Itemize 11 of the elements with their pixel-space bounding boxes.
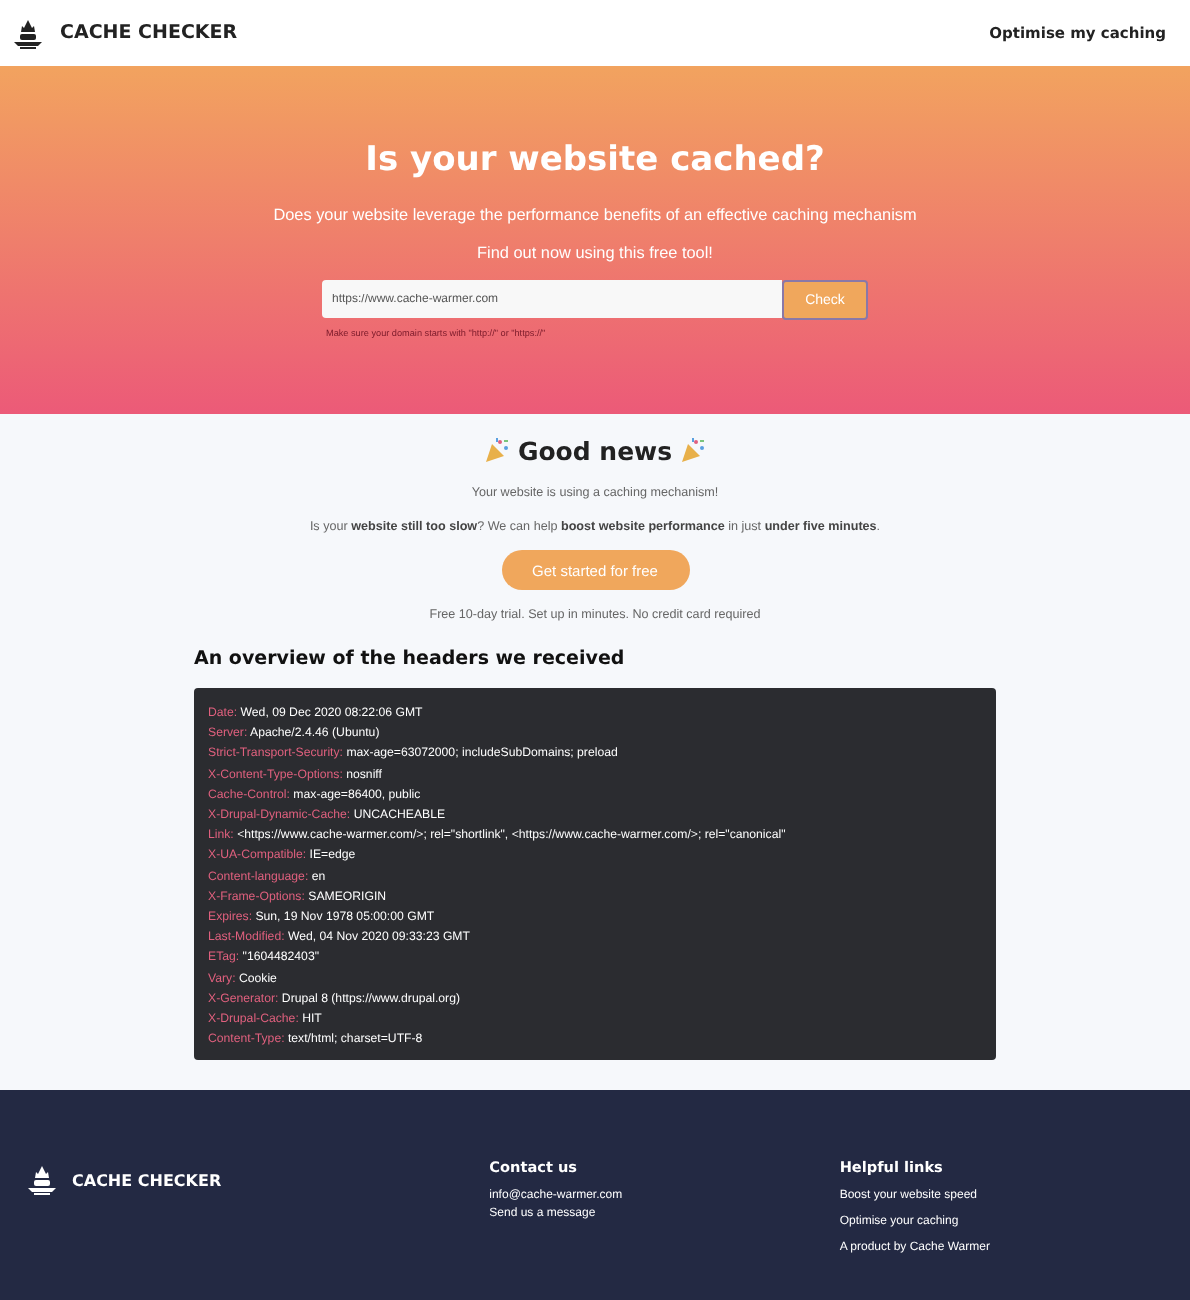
- hero-title: Is your website cached?: [365, 140, 825, 180]
- section-heading: An overview of the headers we received: [194, 648, 625, 670]
- party-popper-icon: [483, 438, 510, 464]
- footer-brand: CACHE CHECKER: [72, 1171, 222, 1189]
- logo-icon: [28, 1164, 56, 1196]
- party-popper-icon: [680, 438, 707, 464]
- brand-name: CACHE CHECKER: [60, 22, 238, 44]
- result-title: Good news: [517, 436, 673, 466]
- hero-tagline: Find out now using this free tool!: [477, 244, 713, 262]
- logo-icon: [14, 17, 42, 49]
- hero-subtitle: Does your website leverage the performance benefits of an effective caching mechanism: [273, 206, 917, 224]
